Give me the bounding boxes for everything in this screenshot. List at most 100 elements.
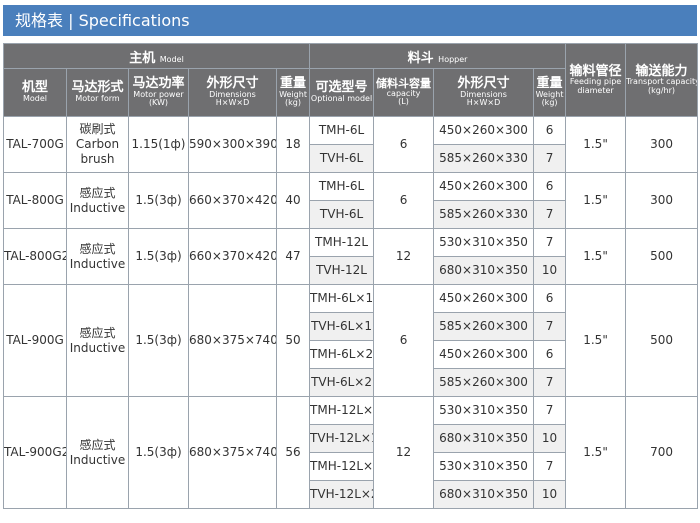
hopper-weight-cell: 10 (533, 424, 567, 453)
hopper-weight-cell: 10 (533, 256, 567, 285)
hopper-dimensions-cell: 680×310×350 (433, 256, 535, 285)
hopper-dimensions-cell: 585×260×330 (433, 200, 535, 229)
hweight-zh: 重量 (536, 76, 563, 92)
power-cell: 1.5(3ф) (128, 228, 189, 285)
table-row: TAL-800G2 感应式 Inductive 1.5(3ф) 660×370×… (3, 228, 699, 285)
table-row: TAL-700G 碳刷式 Carbon brush 1.15(1ф) 590×3… (3, 116, 699, 173)
hopper-model-cell: TMH-12L×2 (309, 452, 375, 481)
hopper-weight-cell: 7 (533, 228, 567, 257)
hdim-zh: 外形尺寸 (457, 76, 510, 92)
motor-cell: 感应式 Inductive (66, 172, 129, 229)
motor-zh-text: 感应式 (79, 325, 116, 340)
hopper-model-cell: TVH-12L×1 (309, 424, 375, 453)
capacity-cell: 12 (373, 228, 435, 285)
hdim-unit: H×W×D (466, 98, 501, 108)
motor-en-text-2: brush (80, 152, 115, 166)
dimensions-cell: 660×370×420 (188, 172, 277, 229)
hopper-model-cell: TVH-6L (309, 144, 375, 173)
dim-zh: 外形尺寸 (206, 76, 259, 92)
model-zh: 机型 (21, 80, 48, 96)
hopper-dimensions-cell: 450×260×300 (433, 340, 535, 369)
pipe-cell: 1.5" (565, 396, 627, 509)
hopper-model-cell: TMH-12L×1 (309, 396, 375, 425)
model-header: 机型 Model (3, 68, 67, 117)
weight-header: 重量 Weight (kg) (275, 68, 311, 117)
hopper-dimensions-cell: 585×260×330 (433, 144, 535, 173)
hopper-weight-cell: 7 (533, 144, 567, 173)
motor-cell: 感应式 Inductive (66, 396, 129, 509)
motor-zh-text: 感应式 (79, 437, 116, 452)
power-cell: 1.5(3ф) (128, 172, 189, 229)
motor-en-text: Inductive (69, 340, 126, 355)
hopper-weight-cell: 6 (533, 340, 567, 369)
hopper-weight-cell: 10 (533, 480, 567, 509)
hopper-dimensions-cell: 450×260×300 (433, 116, 535, 145)
dimensions-cell: 660×370×420 (188, 228, 277, 285)
motor-en: Motor form (75, 94, 120, 104)
table-row: TAL-900G 感应式 Inductive 1.5(3ф) 680×375×7… (3, 284, 699, 397)
hopper-weight-cell: 7 (533, 200, 567, 229)
hopper-en: Hopper (438, 54, 468, 64)
hopper-weight-cell: 6 (533, 116, 567, 145)
motor-header: 马达形式 Motor form (66, 68, 129, 117)
capacity-cell: 6 (373, 116, 435, 173)
hopper-weight-cell: 6 (533, 172, 567, 201)
motor-cell: 感应式 Inductive (66, 228, 129, 285)
motor-zh: 马达形式 (71, 80, 124, 96)
hopper-model-cell: TVH-12L (309, 256, 375, 285)
table-row: TAL-900G2 感应式 Inductive 1.5(3ф) 680×375×… (3, 396, 699, 509)
optional-model-header: 可选型号 Optional model (309, 68, 375, 117)
table-row: TAL-800G 感应式 Inductive 1.5(3ф) 660×370×4… (3, 172, 699, 229)
weight-cell: 40 (275, 172, 311, 229)
opt-en: Optional model (310, 94, 373, 104)
transport-cell: 300 (625, 116, 699, 173)
capacity-cell: 6 (373, 284, 435, 397)
pipe-header: 输料管径 Feeding pipe diameter (565, 43, 627, 117)
power-cell: 1.5(3ф) (128, 284, 189, 397)
transport-cell: 300 (625, 172, 699, 229)
hopper-model-cell: TMH-6L×2 (309, 340, 375, 369)
model-cell: TAL-700G (3, 116, 67, 173)
pipe-cell: 1.5" (565, 116, 627, 173)
model-cell: TAL-800G2 (3, 228, 67, 285)
model-cell: TAL-900G (3, 284, 67, 397)
hopper-model-cell: TVH-6L×2 (309, 368, 375, 397)
page-title: 规格表 | Specifications (3, 5, 697, 36)
hopper-model-cell: TVH-6L (309, 200, 375, 229)
power-zh: 马达功率 (132, 76, 185, 92)
hopper-dimensions-cell: 680×310×350 (433, 424, 535, 453)
hopper-weight-header: 重量 Weight (kg) (533, 68, 567, 117)
motor-cell: 感应式 Inductive (66, 284, 129, 397)
hopper-dimensions-header: 外形尺寸 Dimensions H×W×D (433, 68, 535, 117)
pipe-en2: diameter (577, 85, 614, 95)
pipe-cell: 1.5" (565, 284, 627, 397)
model-cell: TAL-800G (3, 172, 67, 229)
hopper-dimensions-cell: 585×260×300 (433, 312, 535, 341)
main-group-header: 主机 Model (2, 43, 311, 69)
group-header-row: 主机 Model 料斗 Hopper 输料管径 Feeding pipe dia… (2, 43, 699, 117)
weight-zh: 重量 (280, 76, 307, 92)
weight-unit: (kg) (285, 98, 301, 108)
hopper-dimensions-cell: 530×310×350 (433, 396, 535, 425)
capacity-header: 储料斗容量 capacity (L) (373, 68, 435, 117)
weight-cell: 50 (275, 284, 311, 397)
hopper-weight-cell: 7 (533, 368, 567, 397)
hopper-weight-cell: 7 (533, 312, 567, 341)
pipe-cell: 1.5" (565, 228, 627, 285)
hopper-group-header: 料斗 Hopper (309, 43, 567, 69)
motor-cell: 碳刷式 Carbon brush (66, 116, 129, 173)
motor-en-text: Inductive (69, 452, 126, 467)
capacity-cell: 6 (373, 172, 435, 229)
model-cell: TAL-900G2 (3, 396, 67, 509)
cap-unit: (L) (398, 97, 409, 107)
power-cell: 1.15(1ф) (128, 116, 189, 173)
main-zh: 主机 (129, 50, 156, 66)
hopper-model-cell: TMH-12L (309, 228, 375, 257)
hopper-weight-cell: 7 (533, 396, 567, 425)
dim-unit: H×W×D (215, 98, 250, 108)
transport-cell: 500 (625, 228, 699, 285)
pipe-cell: 1.5" (565, 172, 627, 229)
weight-cell: 18 (275, 116, 311, 173)
power-cell: 1.5(3ф) (128, 396, 189, 509)
hopper-model-cell: TMH-6L×1 (309, 284, 375, 313)
